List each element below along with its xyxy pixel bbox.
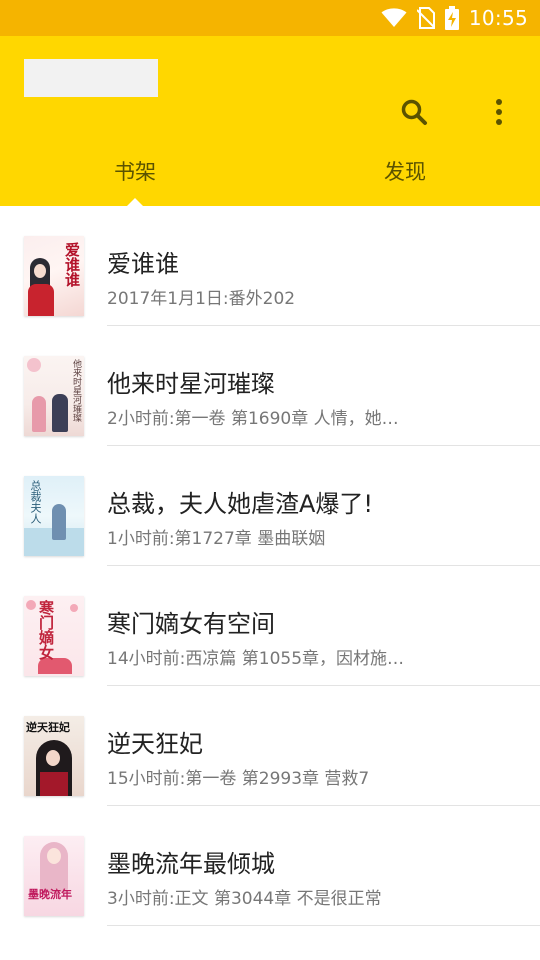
book-latest-chapter: 14小时前:西凉篇 第1055章，因材施…: [107, 649, 405, 669]
no-sim-icon: [416, 7, 435, 29]
book-item[interactable]: 寒门嫡女 寒门嫡女有空间 14小时前:西凉篇 第1055章，因材施…: [0, 566, 540, 686]
tab-label: 书架: [114, 160, 156, 184]
book-item[interactable]: 爱谁谁 爱谁谁 2017年1月1日:番外202: [0, 206, 540, 326]
cover-title-text: 爱谁谁: [63, 242, 81, 287]
status-bar: 10:55: [0, 0, 540, 36]
battery-charging-icon: [444, 6, 459, 30]
tab-bar: 书架 发现: [0, 136, 540, 206]
tab-selected-indicator: [127, 198, 143, 206]
app-bar: 书架 发现: [0, 36, 540, 206]
more-vert-icon: [496, 99, 502, 125]
more-options-button[interactable]: [484, 94, 514, 130]
book-cover: 寒门嫡女: [24, 596, 84, 676]
book-title: 他来时星河璀璨: [107, 370, 275, 398]
book-item[interactable]: 逆天狂妃 逆天狂妃 15小时前:第一卷 第2993章 营救7: [0, 686, 540, 806]
book-title: 寒门嫡女有空间: [107, 610, 275, 638]
app-title-placeholder: [24, 59, 158, 97]
tab-label: 发现: [384, 160, 426, 184]
cover-title-text: 他来时星河璀璨: [71, 359, 81, 422]
book-latest-chapter: 3小时前:正文 第3044章 不是很正常: [107, 889, 382, 909]
book-cover: 总裁夫人: [24, 476, 84, 556]
wifi-icon: [381, 8, 407, 28]
book-item[interactable]: 墨晚流年 墨晚流年最倾城 3小时前:正文 第3044章 不是很正常: [0, 806, 540, 926]
book-latest-chapter: 2017年1月1日:番外202: [107, 289, 296, 309]
search-button[interactable]: [396, 94, 432, 130]
book-cover: 墨晚流年: [24, 836, 84, 916]
book-latest-chapter: 2小时前:第一卷 第1690章 人情，她…: [107, 409, 399, 429]
book-cover: 他来时星河璀璨: [24, 356, 84, 436]
book-cover: 爱谁谁: [24, 236, 84, 316]
tab-discover[interactable]: 发现: [270, 136, 540, 206]
divider: [107, 925, 540, 926]
book-latest-chapter: 1小时前:第1727章 墨曲联姻: [107, 529, 326, 549]
search-icon: [401, 99, 427, 125]
book-title: 逆天狂妃: [107, 730, 203, 758]
book-list: 爱谁谁 爱谁谁 2017年1月1日:番外202 他来时星河璀璨 他来时星河璀璨 …: [0, 206, 540, 926]
cover-title-text: 逆天狂妃: [26, 721, 70, 734]
book-latest-chapter: 15小时前:第一卷 第2993章 营救7: [107, 769, 370, 789]
book-title: 爱谁谁: [107, 250, 179, 278]
book-cover: 逆天狂妃: [24, 716, 84, 796]
book-item[interactable]: 总裁夫人 总裁，夫人她虐渣A爆了! 1小时前:第1727章 墨曲联姻: [0, 446, 540, 566]
tab-bookshelf[interactable]: 书架: [0, 136, 270, 206]
cover-title-text: 总裁夫人: [29, 480, 42, 524]
book-item[interactable]: 他来时星河璀璨 他来时星河璀璨 2小时前:第一卷 第1690章 人情，她…: [0, 326, 540, 446]
cover-title-text: 墨晚流年: [28, 888, 72, 901]
cover-title-text: 寒门嫡女: [37, 600, 55, 660]
book-title: 总裁，夫人她虐渣A爆了!: [107, 490, 374, 518]
status-time: 10:55: [468, 6, 528, 30]
book-title: 墨晚流年最倾城: [107, 850, 275, 878]
